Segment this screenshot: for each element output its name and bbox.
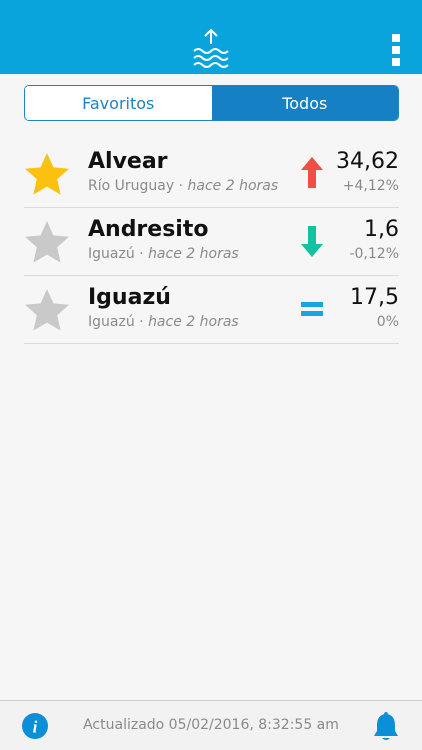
station-name: Alvear [88, 149, 168, 174]
change-percent: 0% [376, 314, 399, 330]
station-subtitle: Iguazú · hace 2 horas [88, 246, 239, 262]
filter-segmented-control: Favoritos Todos [24, 85, 399, 121]
menu-dot [392, 34, 400, 42]
update-time: hace 2 horas [148, 314, 239, 330]
station-name: Iguazú [88, 285, 171, 310]
water-level-value: 17,5 [350, 285, 399, 310]
river-name: Río Uruguay [88, 178, 175, 194]
star-icon[interactable] [24, 220, 70, 264]
bell-icon[interactable] [372, 712, 400, 742]
kebab-menu-icon[interactable] [390, 34, 402, 66]
change-percent: -0,12% [349, 246, 399, 262]
station-subtitle: Iguazú · hace 2 horas [88, 314, 239, 330]
station-row-andresito[interactable]: Andresito Iguazú · hace 2 horas 1,6 -0,1… [24, 208, 399, 276]
update-time: hace 2 horas [148, 246, 239, 262]
station-row-alvear[interactable]: Alvear Río Uruguay · hace 2 horas 34,62 … [24, 140, 399, 208]
last-updated-text: Actualizado 05/02/2016, 8:32:55 am [83, 717, 339, 733]
app-header [0, 0, 422, 74]
update-time: hace 2 horas [187, 178, 279, 194]
separator: · [174, 178, 188, 194]
station-name: Andresito [88, 217, 209, 242]
star-icon[interactable] [24, 288, 70, 332]
star-shape [25, 289, 69, 331]
tab-favoritos[interactable]: Favoritos [25, 86, 212, 120]
separator: · [134, 246, 149, 262]
change-percent: +4,12% [342, 178, 399, 194]
station-subtitle: Río Uruguay · hace 2 horas [88, 178, 278, 194]
star-icon[interactable] [24, 152, 70, 196]
water-level-up-icon [193, 28, 229, 68]
station-row-iguazu[interactable]: Iguazú Iguazú · hace 2 horas 17,5 0% [24, 276, 399, 344]
menu-dot [392, 46, 400, 54]
river-name: Iguazú [88, 314, 135, 330]
tab-todos[interactable]: Todos [211, 86, 398, 120]
star-shape [25, 153, 69, 195]
water-level-value: 1,6 [364, 217, 399, 242]
star-shape [25, 221, 69, 263]
water-level-value: 34,62 [336, 149, 399, 174]
arrow-up-icon [301, 157, 323, 188]
separator: · [134, 314, 149, 330]
arrow-down-icon [301, 226, 323, 257]
river-name: Iguazú [88, 246, 135, 262]
footer-bar: i Actualizado 05/02/2016, 8:32:55 am [0, 700, 422, 750]
station-list: Alvear Río Uruguay · hace 2 horas 34,62 … [24, 140, 399, 344]
menu-dot [392, 58, 400, 66]
equals-icon [301, 302, 323, 316]
